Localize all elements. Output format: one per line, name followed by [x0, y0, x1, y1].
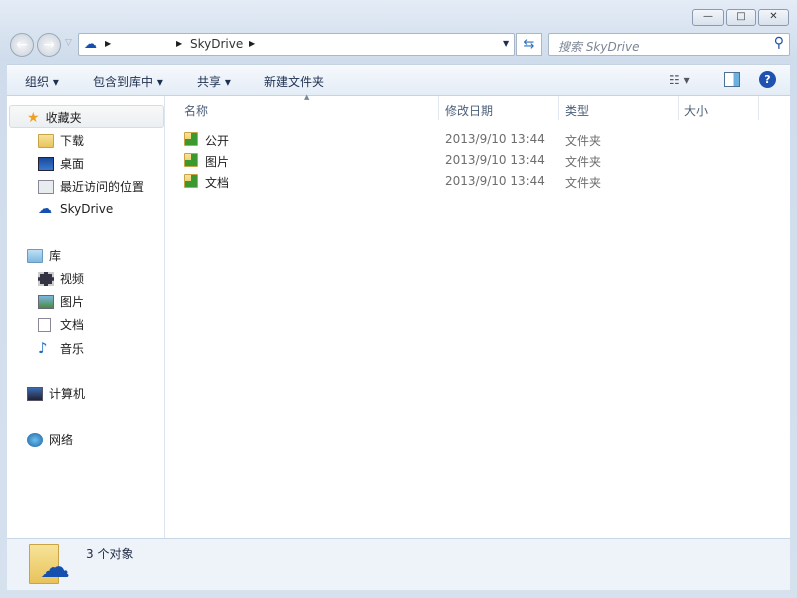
- skydrive-cloud-icon: ☁: [84, 37, 97, 52]
- refresh-button[interactable]: ⇆: [516, 33, 542, 56]
- column-divider[interactable]: [758, 96, 759, 120]
- details-pane: ☁ 3 个对象: [7, 538, 790, 590]
- documents-icon: [38, 317, 51, 332]
- sidebar-item-music[interactable]: ♪ 音乐: [38, 339, 84, 357]
- sidebar-computer[interactable]: 计算机: [27, 385, 85, 402]
- command-bar: 组织 ▾ 包含到库中 ▾ 共享 ▾ 新建文件夹 ☷ ▾ ?: [7, 64, 790, 96]
- breadcrumb-user[interactable]: [119, 38, 167, 52]
- forward-button[interactable]: →: [37, 33, 61, 57]
- recent-places-icon: [38, 179, 54, 194]
- sidebar-item-recent-places[interactable]: 最近访问的位置: [38, 178, 144, 195]
- desktop-icon: [38, 156, 54, 171]
- sidebar-libraries[interactable]: 库: [27, 247, 61, 264]
- new-folder-button[interactable]: 新建文件夹: [264, 73, 324, 90]
- sidebar-item-pictures[interactable]: 图片: [38, 293, 84, 310]
- address-bar[interactable]: ☁ ▶ ▶ SkyDrive ▶ ▼: [78, 33, 515, 56]
- music-icon: ♪: [38, 339, 48, 357]
- column-header-date[interactable]: 修改日期: [445, 102, 493, 119]
- recent-pages-dropdown[interactable]: ▽: [65, 38, 72, 48]
- item-count: 3 个对象: [86, 547, 134, 561]
- minimize-button[interactable]: —: [692, 9, 724, 26]
- column-divider[interactable]: [558, 96, 559, 120]
- close-button[interactable]: ✕: [758, 9, 789, 26]
- view-options-icon[interactable]: ☷ ▾: [669, 73, 690, 87]
- preview-pane-icon[interactable]: [724, 72, 740, 87]
- breadcrumb-skydrive[interactable]: SkyDrive: [190, 37, 243, 51]
- navigation-pane: ★ 收藏夹 下载 桌面 最近访问的位置 ☁ SkyDrive 库 视频 图片 文档 …: [7, 96, 165, 538]
- sidebar-item-skydrive[interactable]: ☁ SkyDrive: [38, 201, 113, 217]
- synced-folder-icon: [184, 174, 198, 188]
- sidebar-item-videos[interactable]: 视频: [38, 270, 84, 287]
- column-header-size[interactable]: 大小: [684, 102, 708, 119]
- maximize-button[interactable]: □: [726, 9, 756, 26]
- sidebar-item-documents[interactable]: 文档: [38, 316, 84, 333]
- column-header-type[interactable]: 类型: [565, 102, 589, 119]
- star-icon: ★: [27, 109, 40, 126]
- search-icon[interactable]: ⚲: [774, 35, 784, 51]
- explorer-content: ★ 收藏夹 下载 桌面 最近访问的位置 ☁ SkyDrive 库 视频 图片 文档 …: [7, 93, 790, 538]
- breadcrumb-separator-icon: ▶: [249, 39, 256, 48]
- share-menu[interactable]: 共享 ▾: [197, 73, 231, 90]
- skydrive-cloud-icon: ☁: [38, 201, 52, 217]
- sort-ascending-icon: ▲: [304, 93, 310, 101]
- sidebar-item-downloads[interactable]: 下载: [38, 132, 84, 149]
- address-dropdown-icon[interactable]: ▼: [503, 39, 509, 48]
- column-header-name[interactable]: 名称: [184, 102, 208, 119]
- back-button[interactable]: ←: [10, 33, 34, 57]
- help-icon[interactable]: ?: [759, 71, 776, 88]
- synced-folder-icon: [184, 153, 198, 167]
- sidebar-item-desktop[interactable]: 桌面: [38, 155, 84, 172]
- sidebar-network[interactable]: 网络: [27, 431, 73, 448]
- file-row[interactable]: 图片 2013/9/10 13:44 文件夹: [184, 150, 604, 170]
- refresh-icon: ⇆: [523, 37, 535, 52]
- file-row[interactable]: 文档 2013/9/10 13:44 文件夹: [184, 171, 604, 191]
- computer-icon: [27, 386, 43, 401]
- breadcrumb-separator-icon: ▶: [105, 39, 112, 48]
- include-in-library-menu[interactable]: 包含到库中 ▾: [93, 73, 163, 90]
- synced-folder-icon: [184, 132, 198, 146]
- file-row[interactable]: 公开 2013/9/10 13:44 文件夹: [184, 129, 604, 149]
- cloud-overlay-icon: ☁: [40, 550, 70, 585]
- search-input[interactable]: 搜索 SkyDrive ⚲: [548, 33, 790, 56]
- video-icon: [38, 271, 54, 286]
- column-divider[interactable]: [678, 96, 679, 120]
- breadcrumb-separator-icon: ▶: [176, 39, 183, 48]
- downloads-folder-icon: [38, 133, 54, 148]
- search-placeholder: 搜索 SkyDrive: [558, 40, 640, 54]
- column-divider[interactable]: [438, 96, 439, 120]
- library-icon: [27, 248, 43, 263]
- network-icon: [27, 432, 43, 447]
- organize-menu[interactable]: 组织 ▾: [25, 73, 59, 90]
- sidebar-favorites[interactable]: ★ 收藏夹: [27, 109, 82, 126]
- pictures-icon: [38, 294, 54, 309]
